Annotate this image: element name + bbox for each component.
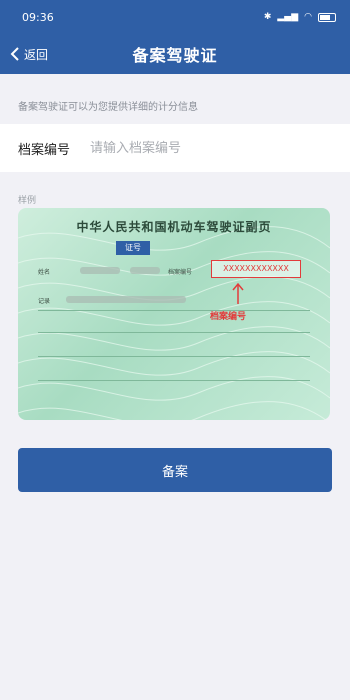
battery-icon — [318, 12, 336, 22]
signal-icon: ▂▄▆ — [277, 12, 299, 22]
back-label: 返回 — [24, 47, 49, 62]
card-line — [38, 310, 310, 311]
chevron-left-icon — [10, 47, 19, 61]
page-title: 备案驾驶证 — [132, 46, 218, 65]
record-label: 记录 — [38, 298, 51, 305]
card-pattern — [18, 226, 330, 420]
annotation-text: 档案编号 — [210, 312, 247, 322]
card-line — [38, 332, 310, 333]
sample-license-image: 中华人民共和国机动车驾驶证副页 证号 姓名 档案编号 XXXXXXXXXXXX … — [18, 208, 330, 420]
sample-file-number: XXXXXXXXXXXX — [211, 260, 301, 278]
file-number-row: 档案编号 — [0, 124, 350, 172]
status-bar: 09:36 ✱ ▂▄▆ ◠ — [0, 0, 350, 34]
file-no-label: 档案编号 — [168, 269, 193, 276]
submit-button[interactable]: 备案 — [18, 448, 332, 492]
card-title: 中华人民共和国机动车驾驶证副页 — [76, 220, 272, 234]
back-button[interactable]: 返回 — [10, 34, 48, 74]
card-line — [38, 380, 310, 381]
nav-bar: 返回 备案驾驶证 — [0, 34, 350, 74]
bluetooth-icon: ✱ — [263, 12, 272, 22]
file-number-input[interactable] — [90, 128, 350, 168]
hint-text: 备案驾驶证可以为您提供详细的计分信息 — [18, 102, 198, 113]
blurred-field — [80, 267, 120, 274]
card-badge: 证号 — [116, 241, 150, 255]
status-icons: ✱ ▂▄▆ ◠ — [264, 12, 336, 22]
file-number-label: 档案编号 — [18, 142, 71, 158]
card-line — [38, 356, 310, 357]
sample-label: 样例 — [18, 196, 37, 206]
blurred-field — [130, 267, 160, 274]
wifi-icon: ◠ — [304, 12, 312, 22]
blurred-field — [66, 296, 186, 303]
arrow-up-icon — [232, 282, 244, 304]
status-time: 09:36 — [22, 10, 54, 24]
name-label: 姓名 — [38, 269, 51, 276]
